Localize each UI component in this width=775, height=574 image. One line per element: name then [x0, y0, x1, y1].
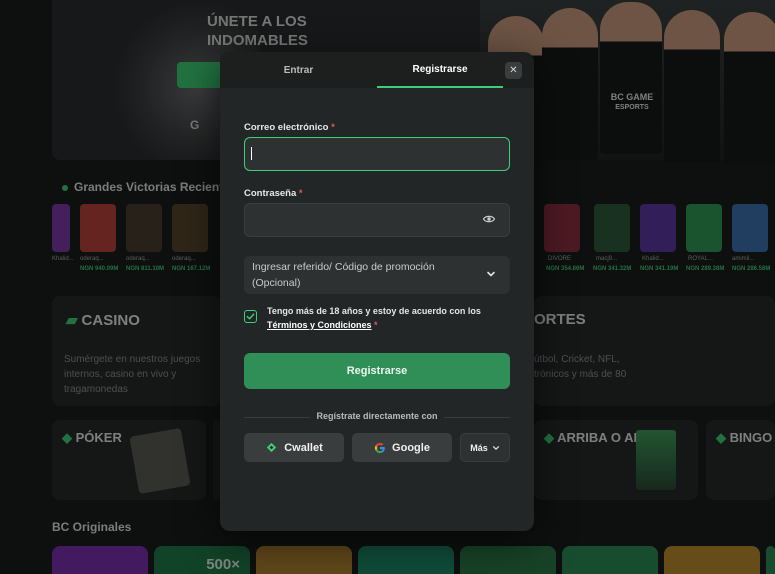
terms-text: Tengo más de 18 años y estoy de acuerdo … [267, 306, 481, 330]
referral-code-dropdown[interactable]: Ingresar referido/ Código de promoción (… [244, 256, 510, 294]
social-divider-label: Regístrate directamente con [244, 411, 510, 421]
cwallet-icon [267, 442, 277, 453]
google-login-button[interactable]: Google [352, 433, 452, 462]
cwallet-login-button[interactable]: Cwallet [244, 433, 344, 462]
checkmark-icon [246, 313, 255, 320]
text-caret [251, 147, 252, 160]
social-divider: Regístrate directamente con [244, 411, 510, 423]
close-icon: ✕ [509, 65, 518, 76]
email-field[interactable] [244, 137, 510, 171]
referral-label: Ingresar referido/ Código de promoción (… [252, 261, 435, 289]
password-label: Contraseña * [244, 188, 303, 199]
chevron-down-icon [487, 271, 495, 277]
password-field[interactable] [244, 203, 510, 237]
google-icon [374, 442, 385, 453]
more-label: Más [470, 442, 488, 453]
modal-tabs: Entrar Registrarse ✕ [220, 52, 534, 88]
eye-icon[interactable] [483, 215, 495, 223]
register-modal: Entrar Registrarse ✕ Correo electrónico … [220, 52, 534, 531]
google-label: Google [392, 441, 430, 454]
tab-register[interactable]: Registrarse [377, 52, 503, 88]
close-button[interactable]: ✕ [505, 62, 522, 79]
terms-checkbox[interactable] [244, 310, 257, 323]
cwallet-label: Cwallet [284, 441, 323, 454]
register-submit-button[interactable]: Registrarse [244, 353, 510, 389]
chevron-down-icon [492, 445, 499, 450]
tab-login[interactable]: Entrar [220, 52, 377, 88]
more-options-dropdown[interactable]: Más [460, 433, 510, 462]
terms-link[interactable]: Términos y Condiciones [267, 320, 372, 330]
email-label: Correo electrónico * [244, 122, 335, 133]
